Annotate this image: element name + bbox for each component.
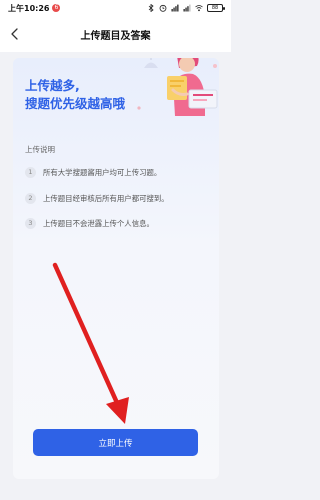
step-number: 3: [25, 218, 36, 229]
list-item: 2 上传题目经审核后所有用户都可搜到。: [25, 192, 215, 205]
headline: 上传越多, 搜题优先级越高哦: [25, 77, 125, 113]
step-text: 上传题目经审核后所有用户都可搜到。: [43, 193, 169, 203]
battery-icon: 88: [207, 4, 225, 12]
notification-badge: 6: [52, 4, 61, 12]
bluetooth-icon: [148, 4, 154, 12]
back-button[interactable]: [6, 25, 24, 43]
step-text: 所有大学搜题酱用户均可上传习题。: [43, 168, 162, 177]
person-reading-illustration: [137, 58, 218, 116]
status-bar: 上午10:26 6 88: [0, 0, 231, 16]
list-item: 1 所有大学搜题酱用户均可上传习题。: [25, 166, 215, 179]
list-item: 3 上传题目不会泄露上传个人信息。: [25, 217, 215, 230]
status-time: 上午10:26: [8, 3, 50, 13]
step-text: 上传题目不会泄露上传个人信息。: [43, 219, 154, 228]
upload-now-button[interactable]: 立即上传: [33, 429, 198, 456]
step-number: 1: [25, 167, 36, 178]
step-number: 2: [25, 192, 36, 204]
wifi-icon: [195, 5, 203, 12]
page-title: 上传题目及答案: [80, 30, 151, 42]
upload-info-card: 上传越多, 搜题优先级越高哦 上传说明 1 所有大学搜题酱用户均可上传习题。 2…: [13, 58, 219, 479]
nav-bar: 上传题目及答案: [0, 16, 231, 52]
headline-line-2: 搜题优先级越高哦: [25, 96, 126, 111]
instructions-list: 1 所有大学搜题酱用户均可上传习题。 2 上传题目经审核后所有用户都可搜到。 3…: [25, 166, 215, 243]
status-icons: 88: [147, 4, 225, 12]
section-label: 上传说明: [25, 145, 55, 154]
headline-line-1: 上传越多,: [25, 78, 80, 93]
alarm-icon: [159, 4, 167, 12]
chevron-left-icon: [11, 28, 18, 40]
signal-icon: [171, 4, 179, 12]
signal-icon-2: [183, 4, 191, 12]
